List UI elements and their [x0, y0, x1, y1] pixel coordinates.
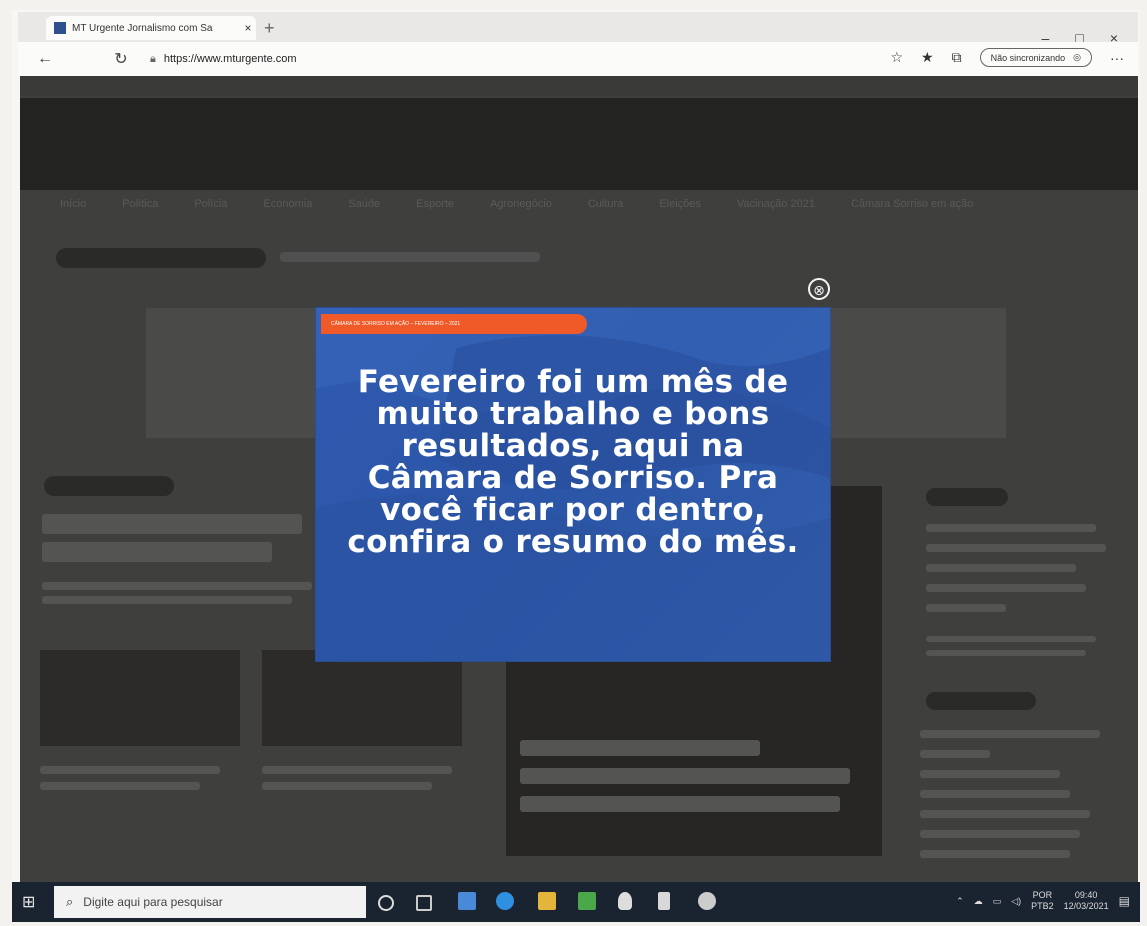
security-icon[interactable] [618, 892, 632, 910]
profile-sync-button[interactable]: Não sincronizando ◎ [979, 48, 1092, 67]
browser-tab[interactable]: MT Urgente Jornalismo com Sa × [46, 16, 256, 40]
sidebar-line [926, 604, 1006, 612]
app-icon[interactable] [578, 892, 596, 910]
tab-close-icon[interactable]: × [240, 21, 256, 35]
site-menu-item[interactable]: Início [60, 198, 86, 210]
favorites-icon[interactable]: ★ [921, 49, 934, 66]
site-menu-item[interactable]: Política [122, 198, 158, 210]
feature-title [520, 796, 840, 812]
site-menu-item[interactable]: Economia [263, 198, 312, 210]
volume-icon[interactable]: ◁) [1011, 896, 1021, 907]
sidebar-line [926, 524, 1096, 532]
edge-icon[interactable] [496, 892, 514, 910]
notifications-icon[interactable]: ▤ [1119, 894, 1130, 908]
sidebar-tag [926, 488, 1008, 506]
url-text: https://www.mturgente.com [163, 53, 297, 65]
clock-time: 09:40 [1074, 890, 1098, 900]
sidebar-tag [926, 692, 1036, 710]
site-menu-item[interactable]: Esporte [416, 198, 454, 210]
site-menu-item[interactable]: Agronegócio [490, 198, 552, 210]
feature-title [520, 740, 760, 756]
task-view-icon[interactable] [416, 895, 432, 911]
site-header [20, 98, 1138, 190]
sidebar-line [920, 770, 1060, 778]
new-tab-button[interactable]: + [264, 18, 275, 39]
site-favicon-icon [54, 22, 66, 34]
sidebar-line [926, 636, 1096, 642]
system-tray: ⌃ ☁ ▭ ◁) POR PTB2 09:40 12/03/2021 ▤ [956, 890, 1130, 912]
clock-date: 12/03/2021 [1063, 901, 1109, 911]
lock-icon: 🔒︎ [150, 52, 156, 65]
headline-line [42, 514, 302, 534]
address-bar-row: ← ↻ 🔒︎ https://www.mturgente.com ☆ ★ ⧉ N… [18, 42, 1138, 76]
popup-message: Fevereiro foi um mês de muito trabalho e… [347, 364, 799, 560]
sidebar-line [920, 830, 1080, 838]
site-menu-item[interactable]: Câmara Sorriso em ação [851, 198, 973, 210]
site-menu-item[interactable]: Polícia [194, 198, 227, 210]
app-icon[interactable] [698, 892, 716, 910]
more-menu-icon[interactable]: ··· [1110, 50, 1124, 66]
tray-chevron-icon[interactable]: ⌃ [956, 896, 964, 907]
thumb-caption [262, 782, 432, 790]
site-menu-item[interactable]: Saúde [348, 198, 380, 210]
clock[interactable]: 09:40 12/03/2021 [1064, 890, 1109, 912]
popup-ribbon: CÂMARA DE SORRISO EM AÇÃO – FEVEREIRO – … [321, 314, 587, 334]
tab-title: MT Urgente Jornalismo com Sa [72, 22, 213, 34]
cortana-icon[interactable] [378, 895, 394, 911]
summary-line [42, 582, 312, 590]
language-code: POR [1032, 890, 1053, 900]
sidebar-line [920, 730, 1100, 738]
site-breadcrumb-text [280, 252, 540, 262]
taskbar-search-placeholder: Digite aqui para pesquisar [83, 895, 223, 909]
feature-title [520, 768, 850, 784]
sidebar-line [926, 564, 1076, 572]
collections-icon[interactable]: ⧉ [952, 49, 962, 66]
site-topline [20, 76, 1138, 96]
thumb-caption [262, 766, 452, 774]
thumb-caption [40, 782, 200, 790]
app-icon[interactable] [658, 892, 670, 910]
profile-avatar-icon: ◎ [1073, 52, 1081, 62]
sidebar-line [926, 584, 1086, 592]
cloud-icon[interactable]: ☁ [974, 896, 983, 907]
windows-start-icon[interactable]: ⊞ [22, 892, 35, 912]
favorite-star-icon[interactable]: ☆ [890, 49, 903, 66]
site-menu-item[interactable]: Eleições [659, 198, 701, 210]
category-tag [44, 476, 174, 496]
search-icon: ⌕ [66, 894, 74, 909]
sidebar-line [920, 750, 990, 758]
profile-sync-label: Não sincronizando [990, 52, 1066, 63]
news-thumbnail [262, 650, 462, 746]
browser-tab-bar: MT Urgente Jornalismo com Sa × + – □ × [18, 12, 1138, 46]
url-field[interactable]: 🔒︎ https://www.mturgente.com [150, 53, 297, 66]
windows-taskbar: ⊞ ⌕ Digite aqui para pesquisar ⌃ ☁ ▭ ◁) … [12, 882, 1140, 922]
headline-line [42, 542, 272, 562]
summary-line [42, 596, 292, 604]
site-menu-item[interactable]: Cultura [588, 198, 623, 210]
back-button[interactable]: ← [32, 50, 58, 68]
sidebar-line [920, 810, 1090, 818]
browser-toolbar-right: ☆ ★ ⧉ Não sincronizando ◎ ··· [890, 48, 1124, 67]
site-menu-item[interactable]: Vacinação 2021 [737, 198, 815, 210]
sidebar-line [920, 790, 1070, 798]
site-breadcrumb [56, 248, 266, 268]
sidebar-line [926, 544, 1106, 552]
thumb-caption [40, 766, 220, 774]
taskbar-search-field[interactable]: ⌕ Digite aqui para pesquisar [54, 886, 366, 918]
language-layout: PTB2 [1031, 901, 1054, 911]
file-explorer-icon[interactable] [538, 892, 556, 910]
language-indicator[interactable]: POR PTB2 [1031, 890, 1054, 912]
promo-popup[interactable]: CÂMARA DE SORRISO EM AÇÃO – FEVEREIRO – … [316, 308, 830, 661]
popup-close-icon[interactable]: ⊗ [808, 278, 830, 300]
site-menu: Início Política Polícia Economia Saúde Esport… [60, 198, 973, 210]
app-icon[interactable] [458, 892, 476, 910]
reload-button[interactable]: ↻ [108, 49, 134, 69]
network-icon[interactable]: ▭ [993, 896, 1002, 907]
news-thumbnail [40, 650, 240, 746]
sidebar-line [920, 850, 1070, 858]
sidebar-line [926, 650, 1086, 656]
